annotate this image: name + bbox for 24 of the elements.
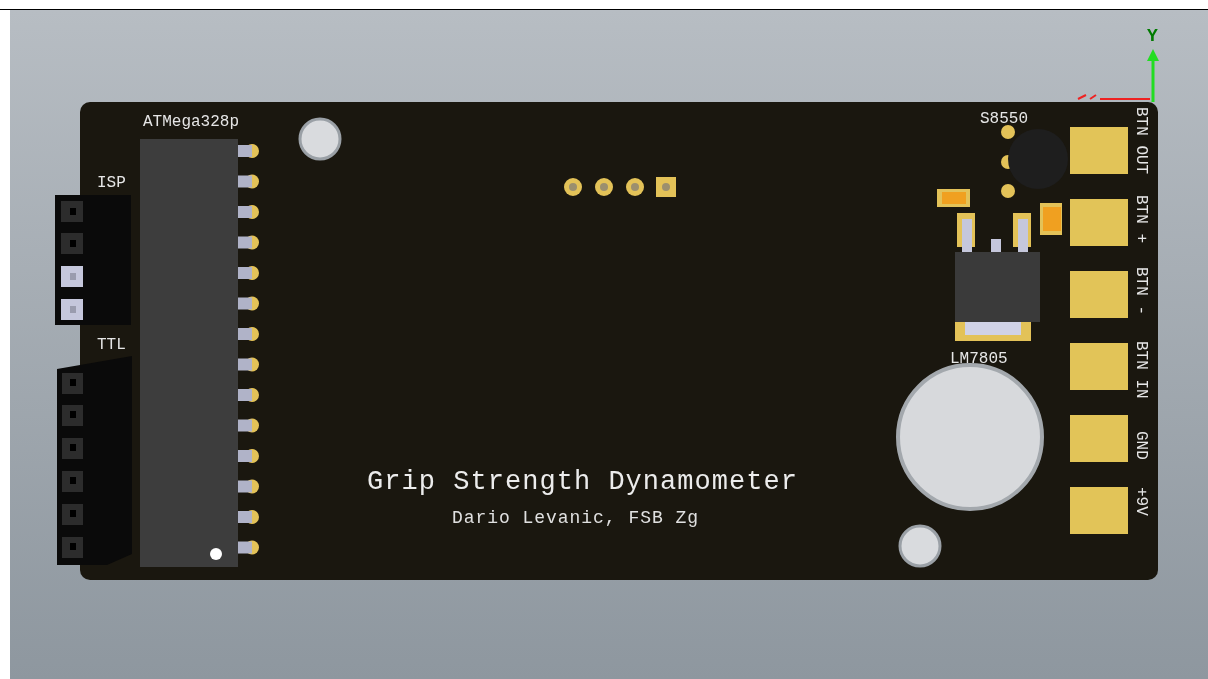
silkscreen-label: TTL <box>97 336 126 354</box>
board-title: Grip Strength Dynamometer <box>367 467 797 497</box>
silkscreen-label: ISP <box>97 174 126 192</box>
mounting-hole <box>898 524 942 568</box>
terminal-pad <box>1070 343 1128 390</box>
terminal-pad <box>1070 487 1128 534</box>
terminal-pad <box>1070 127 1128 174</box>
axis-label: Y <box>1147 26 1158 46</box>
mounting-hole <box>298 117 342 161</box>
terminal-label: BTN IN <box>1132 341 1150 399</box>
silkscreen-label: ATMega328p <box>143 113 239 131</box>
capacitor-drawing <box>1040 203 1062 235</box>
terminal-label: BTN + <box>1132 195 1150 243</box>
terminal-pad <box>1070 199 1128 246</box>
resistor-drawing <box>937 189 970 207</box>
terminal-label: BTN - <box>1132 267 1150 315</box>
terminal-label: BTN OUT <box>1132 107 1150 175</box>
author-label: Dario Levanic, FSB Zg <box>452 508 698 528</box>
silkscreen-label: S8550 <box>980 110 1028 128</box>
terminal-pad <box>1070 415 1128 462</box>
terminal-label: +9V <box>1132 487 1150 516</box>
silkscreen-label: LM7805 <box>950 350 1008 368</box>
terminal-label: GND <box>1132 431 1150 460</box>
terminal-pad <box>1070 271 1128 318</box>
